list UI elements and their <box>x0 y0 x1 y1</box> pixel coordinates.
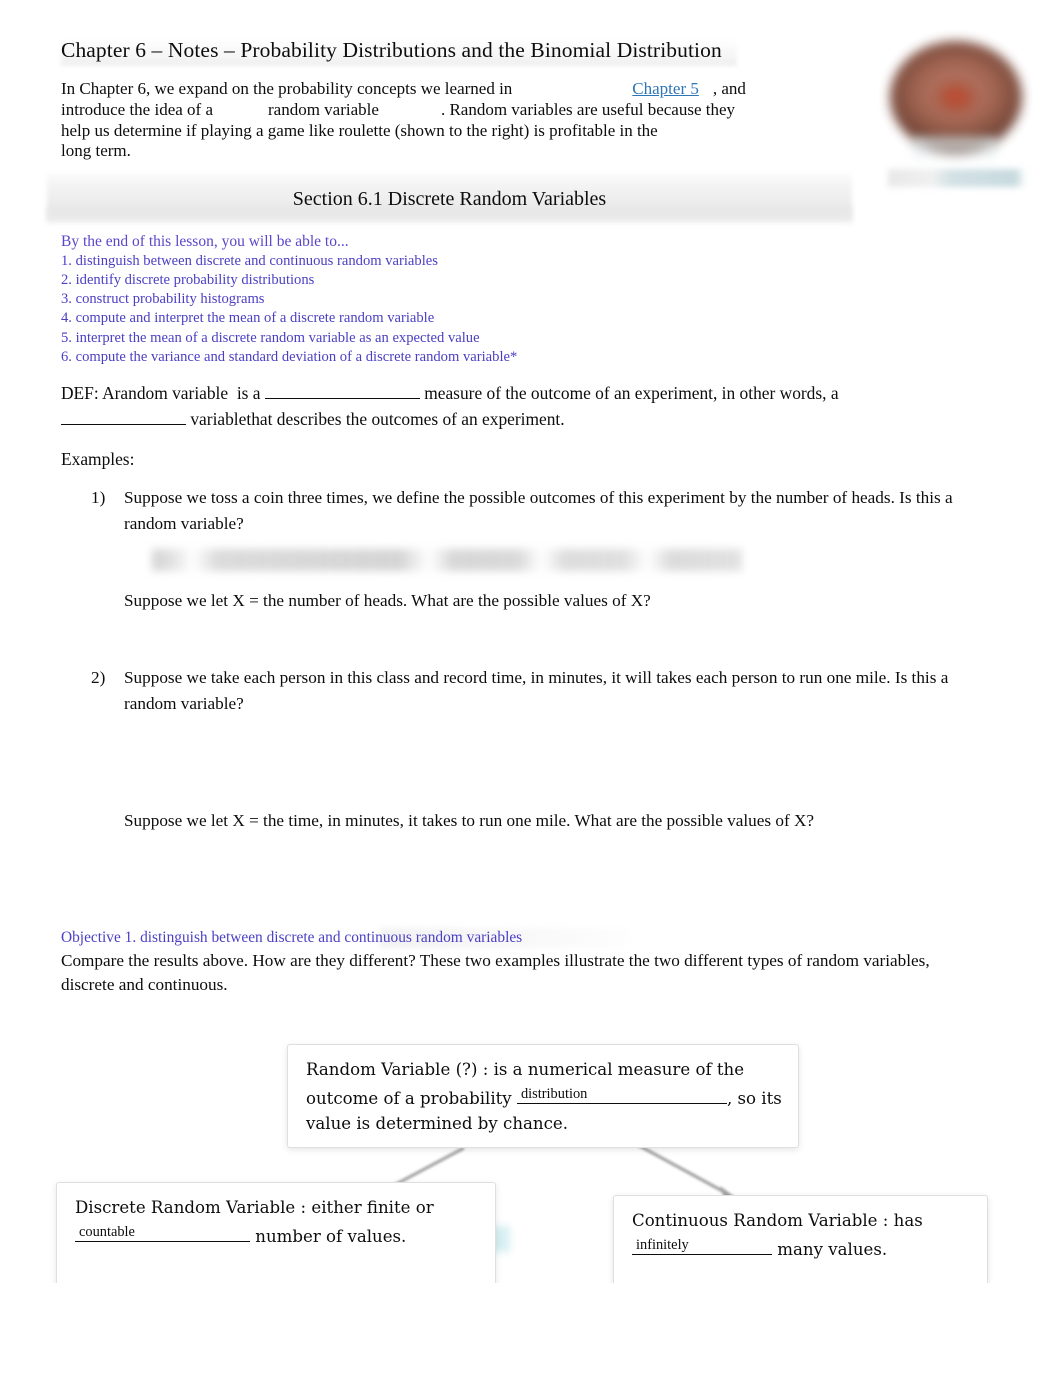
objective-item-4: 4. compute and interpret the mean of a d… <box>61 310 435 327</box>
discrete-text-a: : either finite or <box>300 1198 434 1217</box>
definition-mid4: that describes the outcomes of an experi… <box>246 408 565 429</box>
objectives-list: By the end of this lesson, you will be a… <box>61 232 661 367</box>
continuous-fill-blank[interactable]: infinitely <box>632 1234 772 1255</box>
intro-line3: help us determine if playing a game like… <box>61 120 658 140</box>
random-variable-box: Random Variable (?) : is a numerical mea… <box>287 1044 799 1148</box>
objectives-heading: By the end of this lesson, you will be a… <box>61 233 349 250</box>
random-variable-text-d: value is determined by chance. <box>306 1114 568 1133</box>
intro-line2-a: introduce the idea of a <box>61 99 213 119</box>
page-bottom-margin <box>0 1283 1062 1377</box>
discrete-random-variable-box: Discrete Random Variable : either finite… <box>56 1182 496 1292</box>
discrete-fill-blank[interactable]: countable <box>75 1221 250 1242</box>
intro-line1-before: In Chapter 6, we expand on the probabili… <box>61 79 513 98</box>
example-2-prompt: Suppose we take each person in this clas… <box>124 668 949 713</box>
random-variable-diagram: Random Variable (?) : is a numerical mea… <box>0 1030 1062 1295</box>
random-variable-title: Random Variable (?) <box>306 1060 478 1079</box>
random-variable-text-b: outcome of a probability <box>306 1088 512 1108</box>
intro-line4: long term. <box>61 141 131 161</box>
objective1-paragraph: Compare the results above. How are they … <box>61 951 930 995</box>
document-page: Chapter 6 – Notes – Probability Distribu… <box>0 0 1062 1377</box>
intro-paragraph: In Chapter 6, we expand on the probabili… <box>61 79 787 162</box>
objective-item-2: 2. identify discrete probability distrib… <box>61 271 315 288</box>
discrete-text-b: number of values. <box>255 1226 407 1246</box>
objective1-heading: Objective 1. distinguish between discret… <box>61 929 523 946</box>
definition-blank-1[interactable] <box>264 398 420 399</box>
continuous-text-b: many values. <box>777 1239 888 1259</box>
chapter-5-link[interactable]: Chapter 5 <box>632 79 699 98</box>
objective-item-1: 1. distinguish between discrete and cont… <box>61 252 438 269</box>
section-heading: Section 6.1 Discrete Random Variables <box>292 188 607 210</box>
definition-block: DEF: Arandom variable is a measure of th… <box>61 381 921 432</box>
page-title: Chapter 6 – Notes – Probability Distribu… <box>61 38 722 62</box>
example-1-redacted-answer <box>152 549 742 571</box>
figure-caption <box>888 169 1026 187</box>
intro-term-random-variable: random variable <box>268 99 379 119</box>
definition-lead: DEF: A <box>61 383 115 403</box>
continuous-title: Continuous Random Variable <box>632 1211 878 1230</box>
roulette-figure <box>884 33 1028 187</box>
example-2-followup: Suppose we let X = the time, in minutes,… <box>124 811 815 830</box>
intro-line1-after: , and <box>712 79 746 98</box>
random-variable-text-a: : is a numerical measure of the <box>482 1060 745 1079</box>
example-1-number: 1) <box>91 488 106 507</box>
definition-blank-2[interactable] <box>61 423 186 425</box>
definition-mid3: variable <box>190 408 247 429</box>
intro-line2-c: . Random variables are useful because th… <box>440 99 736 119</box>
continuous-text-a: : has <box>882 1211 923 1230</box>
example-1-followup: Suppose we let X = the number of heads. … <box>124 591 651 610</box>
definition-term: random variable <box>114 383 229 403</box>
examples-label: Examples: <box>61 449 135 469</box>
roulette-wheel-base <box>912 137 998 161</box>
random-variable-text-c: , so its <box>726 1088 782 1108</box>
continuous-random-variable-box: Continuous Random Variable : has infinit… <box>613 1195 988 1295</box>
definition-mid2: measure of the outcome of an experiment,… <box>424 383 839 403</box>
definition-mid1: is a <box>236 383 261 403</box>
example-2-number: 2) <box>91 668 106 687</box>
objective-item-5: 5. interpret the mean of a discrete rand… <box>61 329 480 346</box>
objective-item-6: 6. compute the variance and standard dev… <box>61 348 518 365</box>
discrete-title: Discrete Random Variable <box>75 1198 296 1217</box>
random-variable-fill-blank[interactable]: distribution <box>516 1083 727 1104</box>
example-1-prompt: Suppose we toss a coin three times, we d… <box>124 488 953 533</box>
objective-item-3: 3. construct probability histograms <box>61 291 265 308</box>
